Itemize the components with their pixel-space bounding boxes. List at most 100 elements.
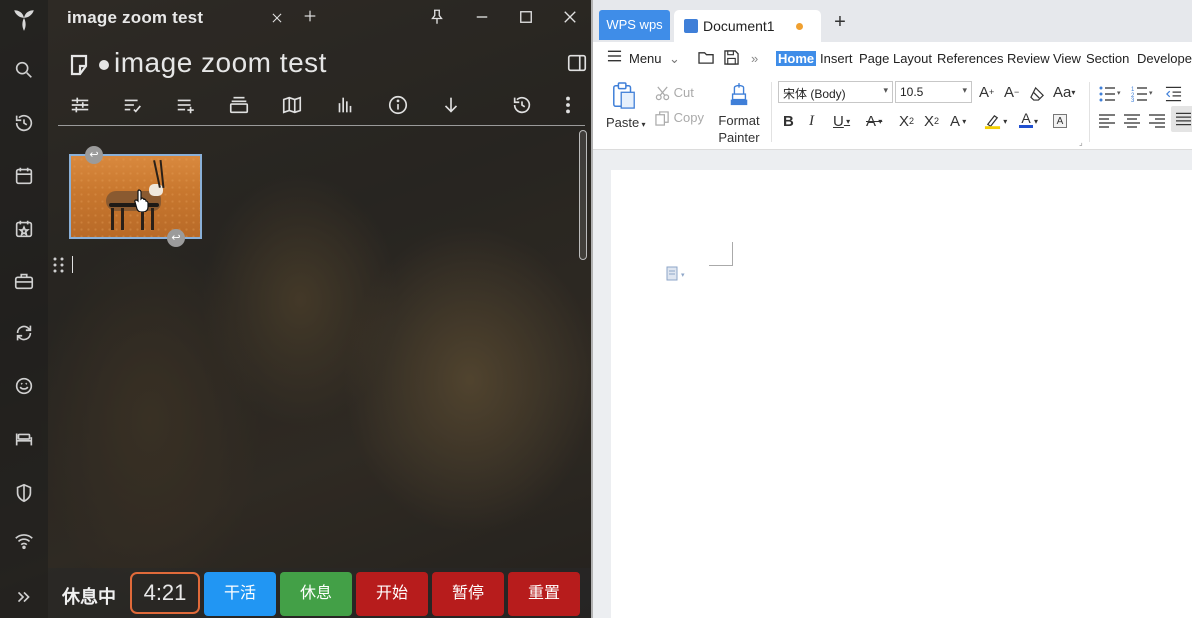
tab-references[interactable]: References xyxy=(937,51,1003,66)
tab-home[interactable]: Home xyxy=(776,51,817,66)
font-color-dropdown-icon[interactable]: ▾ xyxy=(1034,111,1038,131)
menu-chevron-icon[interactable]: ⌄ xyxy=(669,51,680,67)
underline-button[interactable]: U ▾ xyxy=(833,111,850,131)
sliders-icon[interactable] xyxy=(68,93,92,117)
font-size-dropdown-icon: ▾ xyxy=(962,85,967,95)
cut-button[interactable]: Cut xyxy=(655,85,694,101)
tab-section[interactable]: Section xyxy=(1086,51,1129,66)
countdown-timer: 4:21 xyxy=(130,572,200,614)
paste-options-icon[interactable]: ▾ xyxy=(666,266,690,282)
sidebar-toggle-icon[interactable] xyxy=(566,52,588,74)
sync-icon[interactable] xyxy=(12,321,36,345)
copy-button[interactable]: Copy xyxy=(655,110,704,126)
history-icon[interactable] xyxy=(12,111,36,135)
work-button[interactable]: 干活 xyxy=(204,572,276,616)
list-check-icon[interactable] xyxy=(121,93,145,117)
tab-bar: image zoom test xyxy=(48,0,591,36)
start-button[interactable]: 开始 xyxy=(356,572,428,616)
font-size-value: 10.5 xyxy=(900,85,924,99)
superscript-button[interactable]: X2 xyxy=(899,111,914,131)
format-painter-button[interactable]: Format Painter xyxy=(713,82,765,146)
new-tab-icon[interactable] xyxy=(300,8,320,28)
document-tab-title: Document1 xyxy=(703,18,775,34)
close-tab-icon[interactable] xyxy=(267,9,287,29)
expand-icon[interactable] xyxy=(12,585,36,609)
drag-handle-icon[interactable] xyxy=(52,256,66,274)
font-color-button[interactable]: A xyxy=(1019,111,1033,131)
chart-icon[interactable] xyxy=(333,93,357,117)
bed-icon[interactable] xyxy=(12,427,36,451)
italic-button[interactable]: I xyxy=(809,111,814,131)
calendar-icon[interactable] xyxy=(12,164,36,188)
numbering-icon[interactable]: 1 2 3 ▾ xyxy=(1131,84,1155,104)
maximize-icon[interactable] xyxy=(516,8,536,28)
doc-type-icon[interactable] xyxy=(70,54,114,76)
open-folder-icon[interactable] xyxy=(698,50,715,68)
close-window-icon[interactable] xyxy=(560,8,580,28)
format-painter-label-2: Painter xyxy=(718,130,760,145)
align-center-icon[interactable] xyxy=(1124,111,1140,131)
text-effects-button[interactable]: A ▾ xyxy=(950,111,966,131)
image-resize-handle-bottom[interactable]: ↩ xyxy=(167,229,185,247)
minimize-icon[interactable] xyxy=(472,8,492,28)
clear-format-icon[interactable] xyxy=(1029,83,1046,103)
shrink-font-icon[interactable]: A − xyxy=(1004,82,1019,102)
align-right-icon[interactable] xyxy=(1149,111,1165,131)
wps-home-tab[interactable]: WPS wps xyxy=(599,10,670,40)
document-header: image zoom test xyxy=(58,46,588,82)
subscript-button[interactable]: X2 xyxy=(924,111,939,131)
tab-view[interactable]: View xyxy=(1053,51,1081,66)
strikethrough-button[interactable]: A ▾ xyxy=(866,111,882,131)
bullets-icon[interactable]: ▾ xyxy=(1099,84,1123,104)
character-shading-button[interactable]: A xyxy=(1053,111,1067,131)
list-add-icon[interactable] xyxy=(174,93,198,117)
more-quick-access-icon[interactable]: » xyxy=(751,51,758,66)
document-title[interactable]: image zoom test xyxy=(114,47,327,79)
align-left-icon[interactable] xyxy=(1099,111,1115,131)
hamburger-menu-icon[interactable] xyxy=(607,50,622,65)
app-logo-icon[interactable] xyxy=(10,6,38,34)
reset-button[interactable]: 重置 xyxy=(508,572,580,616)
grow-font-icon[interactable]: A + xyxy=(979,82,994,102)
change-case-icon[interactable]: Aa ▾ xyxy=(1053,82,1075,102)
arrow-down-icon[interactable] xyxy=(439,93,463,117)
save-icon[interactable] xyxy=(724,50,739,68)
emoji-icon[interactable] xyxy=(12,374,36,398)
text-caret xyxy=(72,256,73,273)
tab-title[interactable]: image zoom test xyxy=(67,8,203,28)
bold-button[interactable]: B xyxy=(783,111,794,131)
oryx-image[interactable] xyxy=(69,154,202,239)
info-icon[interactable] xyxy=(386,93,410,117)
image-resize-handle-top[interactable]: ↩ xyxy=(85,146,103,164)
font-name-select[interactable]: 宋体 (Body) ▾ xyxy=(778,81,893,103)
format-painter-icon xyxy=(730,83,748,106)
wifi-icon[interactable] xyxy=(12,529,36,553)
shield-icon[interactable] xyxy=(12,481,36,505)
tab-page-layout[interactable]: Page Layout xyxy=(859,51,932,66)
briefcase-icon[interactable] xyxy=(12,269,36,293)
font-size-select[interactable]: 10.5 ▾ xyxy=(895,81,972,103)
decrease-indent-icon[interactable] xyxy=(1165,84,1182,104)
stack-icon[interactable] xyxy=(227,93,251,117)
new-document-tab-button[interactable]: + xyxy=(830,12,850,33)
more-icon[interactable] xyxy=(556,93,580,117)
paste-button[interactable]: Paste ▾ xyxy=(606,82,646,130)
search-icon[interactable] xyxy=(12,58,36,82)
highlight-button[interactable]: ▾ xyxy=(984,111,1007,131)
justify-icon[interactable] xyxy=(1171,106,1192,132)
pause-button[interactable]: 暂停 xyxy=(432,572,504,616)
menu-button[interactable]: Menu xyxy=(629,51,662,66)
status-label: 休息中 xyxy=(62,587,116,607)
tab-developer[interactable]: Develope xyxy=(1137,51,1192,66)
tab-insert[interactable]: Insert xyxy=(820,51,853,66)
map-icon[interactable] xyxy=(280,93,304,117)
rest-button[interactable]: 休息 xyxy=(280,572,352,616)
document-tab[interactable]: Document1 xyxy=(674,10,821,42)
history-icon[interactable] xyxy=(510,93,534,117)
document-page[interactable] xyxy=(611,170,1192,618)
pin-icon[interactable] xyxy=(427,8,447,28)
font-dialog-launcher-icon[interactable]: ⌟ xyxy=(1079,132,1083,152)
calendar-star-icon[interactable] xyxy=(12,217,36,241)
editor-scrollbar[interactable] xyxy=(579,130,587,260)
tab-review[interactable]: Review xyxy=(1007,51,1050,66)
